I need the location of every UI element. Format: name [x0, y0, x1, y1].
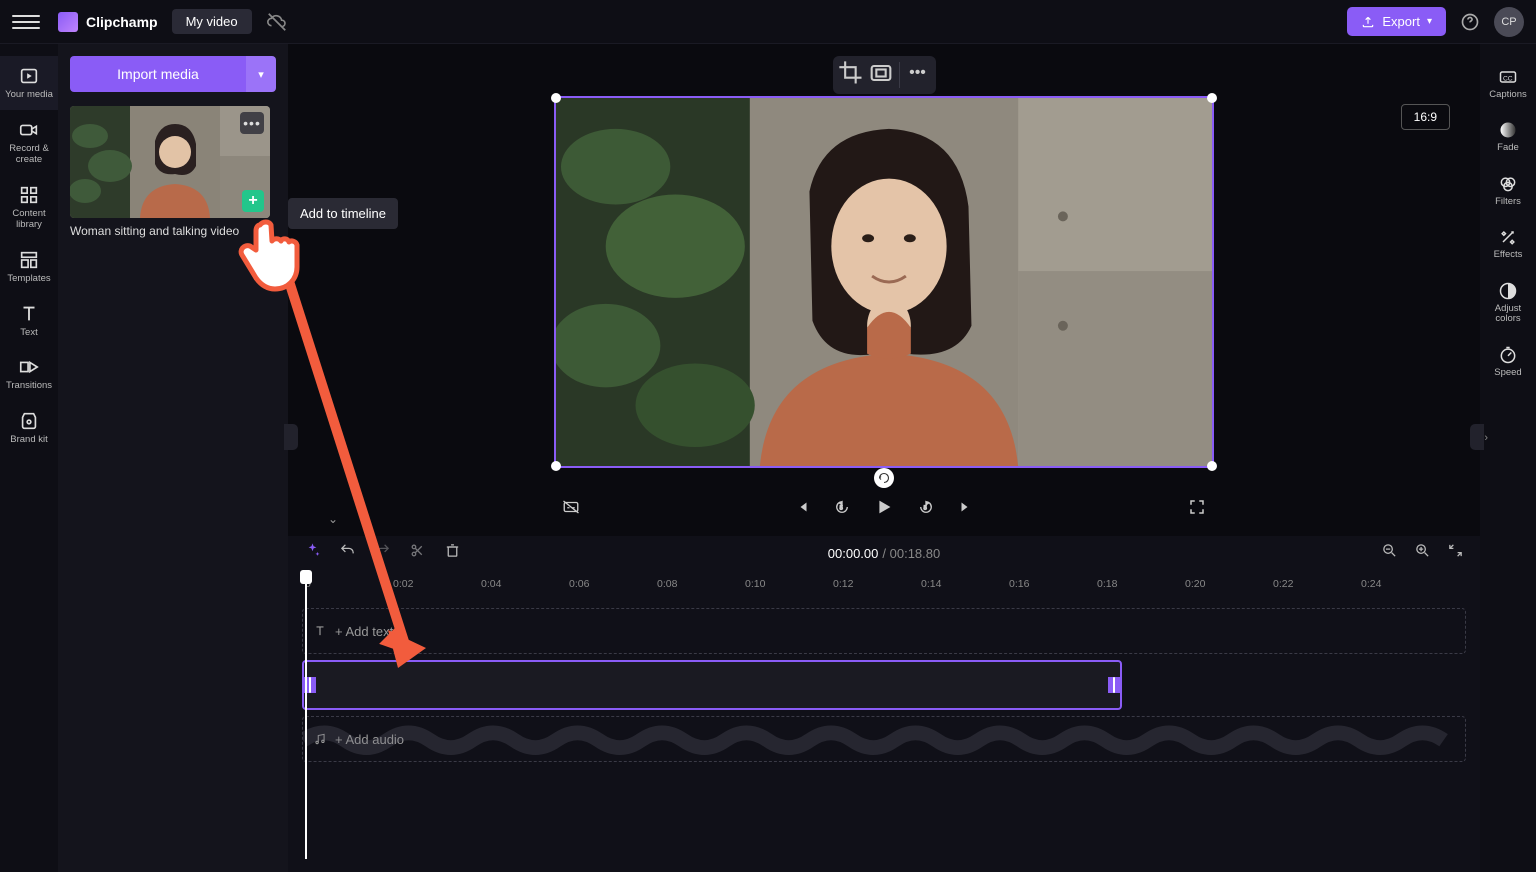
undo-icon[interactable] — [339, 542, 356, 564]
preview-canvas[interactable] — [554, 96, 1214, 468]
ruler-tick: 0:10 — [745, 578, 765, 590]
zoom-in-icon[interactable] — [1414, 542, 1431, 564]
sidebar-item-your-media[interactable]: Your media — [0, 56, 58, 110]
ruler-tick: 0:20 — [1185, 578, 1205, 590]
rightbar-item-speed[interactable]: Speed — [1480, 336, 1536, 387]
crop-icon[interactable] — [837, 60, 865, 86]
waveform — [303, 717, 1465, 763]
captions-preview-icon[interactable] — [562, 498, 580, 521]
logo[interactable]: Clipchamp — [58, 12, 158, 32]
svg-text:5: 5 — [840, 505, 843, 511]
project-name[interactable]: My video — [172, 9, 252, 34]
fullscreen-icon[interactable] — [1188, 498, 1206, 521]
menu-icon[interactable] — [12, 8, 40, 36]
sidebar-item-record-create[interactable]: Record & create — [0, 110, 58, 175]
tooltip: Add to timeline — [288, 198, 398, 229]
canvas-toolbar: ••• — [833, 56, 936, 94]
auto-enhance-icon[interactable] — [304, 542, 321, 564]
aspect-ratio-button[interactable]: 16:9 — [1401, 104, 1450, 130]
text-icon — [313, 624, 327, 638]
export-button[interactable]: Export ▾ — [1347, 7, 1446, 36]
svg-text:5: 5 — [924, 505, 927, 511]
split-icon[interactable] — [409, 542, 426, 564]
zoom-out-icon[interactable] — [1381, 542, 1398, 564]
expand-right-panel-icon[interactable]: › — [1484, 432, 1488, 444]
rightbar-item-filters[interactable]: Filters — [1480, 165, 1536, 216]
sidebar-item-content-library[interactable]: Content library — [0, 175, 58, 240]
fit-icon[interactable] — [867, 60, 895, 86]
import-media-dropdown[interactable]: ▾ — [246, 56, 276, 92]
thumbnail-more-icon[interactable]: ••• — [240, 112, 264, 134]
sync-off-icon[interactable] — [266, 11, 288, 33]
svg-text:CC: CC — [1503, 75, 1513, 82]
ruler-tick: 0:02 — [393, 578, 413, 590]
rotate-handle-icon[interactable] — [874, 468, 894, 488]
ruler-tick: 0:12 — [833, 578, 853, 590]
rightbar-item-adjust-colors[interactable]: Adjust colors — [1480, 272, 1536, 334]
media-thumbnail[interactable]: ••• + — [70, 106, 270, 218]
ruler-tick: 0:06 — [569, 578, 589, 590]
clip-right-handle[interactable] — [1108, 677, 1120, 693]
ruler-tick: 0:16 — [1009, 578, 1029, 590]
forward-icon[interactable]: 5 — [917, 498, 935, 521]
ruler-tick: 0:18 — [1097, 578, 1117, 590]
rightbar-item-fade[interactable]: Fade — [1480, 111, 1536, 162]
sidebar-item-templates[interactable]: Templates — [0, 240, 58, 294]
resize-handle-icon[interactable] — [1207, 93, 1217, 103]
audio-track[interactable]: + Add audio — [302, 716, 1466, 762]
play-button[interactable] — [873, 496, 895, 523]
logo-mark — [58, 12, 78, 32]
resize-handle-icon[interactable] — [551, 93, 561, 103]
export-label: Export — [1382, 14, 1420, 29]
video-clip[interactable] — [302, 660, 1122, 710]
import-media-button[interactable]: Import media — [70, 56, 246, 92]
ruler-tick: 0:08 — [657, 578, 677, 590]
media-title: Woman sitting and talking video — [70, 224, 270, 238]
sidebar-item-text[interactable]: Text — [0, 294, 58, 348]
sidebar-item-transitions[interactable]: Transitions — [0, 347, 58, 401]
timeline-ruler[interactable]: 00:020:040:060:080:100:120:140:160:180:2… — [288, 570, 1480, 600]
timecode: 00:00.00 / 00:18.80 — [828, 546, 940, 561]
canvas-more-icon[interactable]: ••• — [904, 60, 932, 86]
delete-icon[interactable] — [444, 542, 461, 564]
next-frame-icon[interactable] — [957, 498, 975, 521]
resize-handle-icon[interactable] — [551, 461, 561, 471]
help-icon[interactable] — [1460, 12, 1480, 32]
ruler-tick: 0:22 — [1273, 578, 1293, 590]
ruler-tick: 0:24 — [1361, 578, 1381, 590]
playhead[interactable] — [305, 572, 307, 859]
zoom-fit-icon[interactable] — [1447, 542, 1464, 564]
prev-frame-icon[interactable] — [793, 498, 811, 521]
rightbar-item-captions[interactable]: CC Captions — [1480, 58, 1536, 109]
preview-image — [556, 98, 1212, 466]
text-track[interactable]: + Add text — [302, 608, 1466, 654]
rewind-icon[interactable]: 5 — [833, 498, 851, 521]
ruler-tick: 0:04 — [481, 578, 501, 590]
avatar[interactable]: CP — [1494, 7, 1524, 37]
collapse-stage-icon[interactable]: ⌄ — [328, 512, 338, 526]
chevron-down-icon: ▾ — [1427, 16, 1432, 27]
sidebar-item-brand-kit[interactable]: Brand kit — [0, 401, 58, 455]
redo-icon[interactable] — [374, 542, 391, 564]
ruler-tick: 0:14 — [921, 578, 941, 590]
rightbar-item-effects[interactable]: Effects — [1480, 218, 1536, 269]
resize-handle-icon[interactable] — [1207, 461, 1217, 471]
add-to-timeline-button[interactable]: + — [242, 190, 264, 212]
logo-text: Clipchamp — [86, 14, 158, 30]
